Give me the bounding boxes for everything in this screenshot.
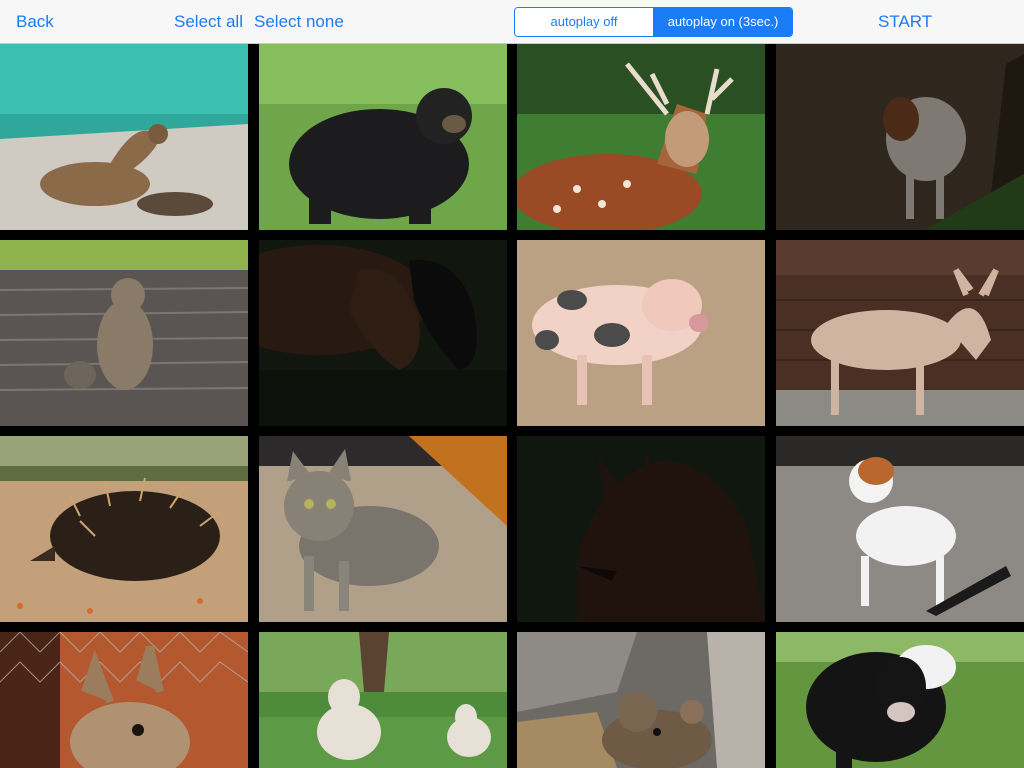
photo-tile-mouse[interactable] (517, 632, 765, 768)
pig-photo (517, 240, 765, 426)
fox-photo (517, 436, 765, 622)
autoplay-on-segment[interactable]: autoplay on (3sec.) (654, 8, 792, 36)
sheep-photo (259, 632, 507, 768)
echidna-photo (0, 436, 248, 622)
goat-photo (776, 44, 1024, 230)
autoplay-segmented-control: autoplay off autoplay on (3sec.) (514, 7, 793, 37)
bear-photo (259, 44, 507, 230)
sea-lion-photo (0, 44, 248, 230)
photo-tile-squirrel[interactable] (0, 240, 248, 426)
photo-tile-horse[interactable] (259, 240, 507, 426)
horse-photo (259, 240, 507, 426)
autoplay-off-segment[interactable]: autoplay off (515, 8, 654, 36)
photo-tile-donkey[interactable] (776, 240, 1024, 426)
select-all-button[interactable]: Select all (174, 0, 243, 44)
donkey-photo (776, 240, 1024, 426)
select-none-button[interactable]: Select none (254, 0, 344, 44)
animal-photo-grid (0, 44, 1024, 768)
photo-tile-rabbit[interactable] (0, 632, 248, 768)
photo-tile-bear[interactable] (259, 44, 507, 230)
photo-tile-goat[interactable] (776, 44, 1024, 230)
photo-tile-sea-lion[interactable] (0, 44, 248, 230)
photo-tile-echidna[interactable] (0, 436, 248, 622)
deer-photo (517, 44, 765, 230)
mouse-photo (517, 632, 765, 768)
photo-tile-fox[interactable] (517, 436, 765, 622)
photo-tile-deer[interactable] (517, 44, 765, 230)
cow-photo (776, 632, 1024, 768)
rabbit-photo (0, 632, 248, 768)
photo-tile-cat[interactable] (259, 436, 507, 622)
photo-tile-sheep[interactable] (259, 632, 507, 768)
start-button[interactable]: START (878, 0, 932, 44)
top-toolbar: Back Select all Select none autoplay off… (0, 0, 1024, 44)
back-button[interactable]: Back (16, 0, 54, 44)
dog-photo (776, 436, 1024, 622)
squirrel-photo (0, 240, 248, 426)
cat-photo (259, 436, 507, 622)
photo-tile-cow[interactable] (776, 632, 1024, 768)
photo-tile-dog[interactable] (776, 436, 1024, 622)
photo-tile-pig[interactable] (517, 240, 765, 426)
